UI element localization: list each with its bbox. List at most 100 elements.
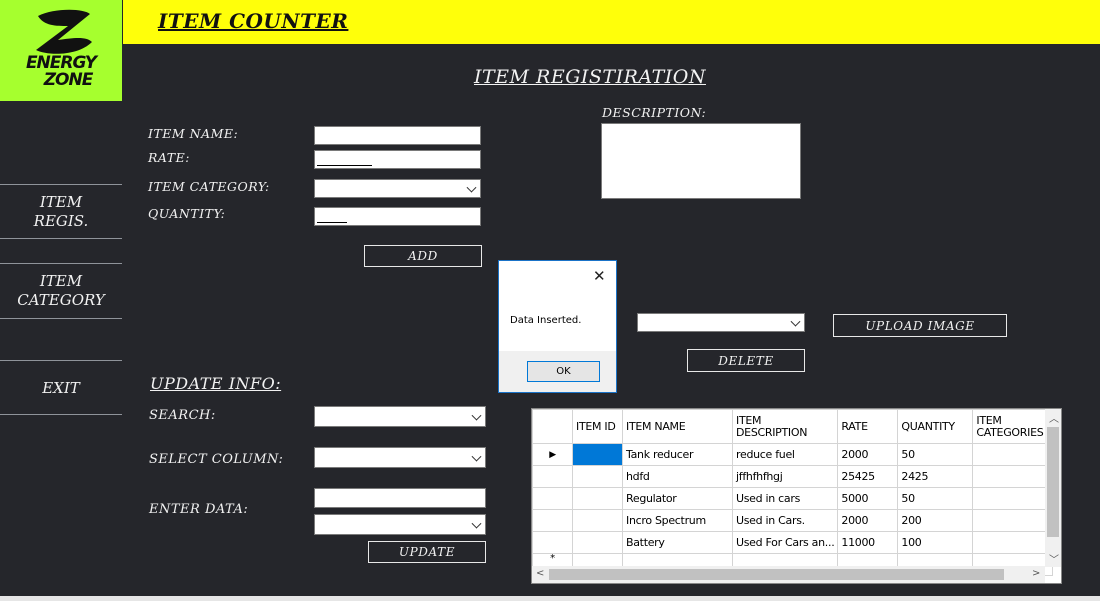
table-cell[interactable]: Incro Spectrum [622, 509, 733, 532]
item-category-label: ITEM CATEGORY: [148, 179, 270, 194]
app-title: ITEM COUNTER [158, 9, 349, 33]
nav-divider [0, 184, 122, 185]
sidebar-item-label: ITEM [39, 272, 83, 290]
description-textarea[interactable] [601, 123, 801, 199]
delete-button[interactable]: DELETE [687, 349, 805, 372]
masked-input-placeholder [317, 222, 347, 223]
current-row-indicator-icon[interactable]: ▶ [532, 443, 573, 466]
sidebar-item-exit[interactable]: EXIT [0, 362, 122, 414]
table-cell[interactable] [972, 531, 1054, 554]
sidebar-item-label: EXIT [42, 378, 80, 397]
chevron-down-icon [471, 451, 482, 462]
select-column-select[interactable] [314, 447, 486, 468]
table-cell[interactable]: 50 [897, 487, 974, 510]
table-cell[interactable] [572, 509, 623, 532]
chevron-down-icon [790, 316, 801, 327]
table-cell[interactable]: hdfd [622, 465, 733, 488]
row-header-corner [532, 409, 573, 444]
table-cell[interactable]: 200 [897, 509, 974, 532]
taskbar-strip [0, 596, 1100, 601]
table-row[interactable]: ▶ Tank reducer reduce fuel 2000 50 [532, 443, 1054, 466]
table-cell[interactable]: 25425 [837, 465, 899, 488]
vertical-scrollbar[interactable]: ︿ ﹀ [1045, 409, 1061, 567]
select-column-label: SELECT COLUMN: [149, 452, 284, 467]
column-header-rate[interactable]: RATE [837, 409, 899, 444]
ok-button[interactable]: OK [527, 361, 600, 382]
logo: ENERGY ZONE [0, 0, 122, 101]
horizontal-scroll-thumb[interactable] [549, 569, 1004, 580]
table-cell[interactable]: 2000 [837, 509, 899, 532]
table-cell[interactable]: 50 [897, 443, 974, 466]
table-cell[interactable] [972, 487, 1054, 510]
search-select[interactable] [314, 406, 486, 427]
table-row[interactable]: hdfd jffhfhfhgj 25425 2425 [532, 465, 1054, 488]
table-row[interactable]: Regulator Used in cars 5000 50 [532, 487, 1054, 510]
update-button[interactable]: UPDATE [368, 541, 486, 563]
table-cell[interactable]: Used in Cars. [731, 509, 839, 532]
sidebar-item-label: CATEGORY [17, 291, 105, 309]
column-header-item-description[interactable]: ITEM DESCRIPTION [731, 409, 839, 444]
table-cell[interactable]: 5000 [837, 487, 899, 510]
rate-input[interactable] [314, 150, 481, 169]
table-cell[interactable] [572, 487, 623, 510]
table-cell[interactable]: 11000 [837, 531, 899, 554]
vertical-scroll-thumb[interactable] [1047, 427, 1059, 537]
close-icon[interactable]: ✕ [593, 267, 606, 285]
table-cell[interactable]: 2425 [897, 465, 974, 488]
nav-divider [0, 238, 122, 239]
scroll-up-icon[interactable]: ︿ [1049, 410, 1059, 425]
masked-input-placeholder [317, 165, 372, 166]
table-cell[interactable]: Used in cars [731, 487, 839, 510]
column-header-item-id[interactable]: ITEM ID [572, 409, 623, 444]
table-cell[interactable]: Used For Cars an... [731, 531, 839, 554]
enter-data-select[interactable] [314, 514, 486, 535]
row-header[interactable] [532, 487, 573, 510]
column-header-quantity[interactable]: QUANTITY [897, 409, 974, 444]
logo-line-2: ZONE [43, 70, 94, 90]
table-cell[interactable] [972, 509, 1054, 532]
table-cell[interactable] [572, 465, 623, 488]
nav-divider [0, 263, 122, 264]
items-data-grid[interactable]: ITEM ID ITEM NAME ITEM DESCRIPTION RATE … [531, 408, 1062, 584]
horizontal-scrollbar[interactable]: < > [532, 566, 1045, 583]
add-button[interactable]: ADD [364, 245, 482, 267]
table-cell[interactable]: Regulator [622, 487, 733, 510]
table-cell[interactable] [972, 465, 1054, 488]
table-row[interactable]: Battery Used For Cars an... 11000 100 [532, 531, 1054, 554]
scroll-left-icon[interactable]: < [536, 568, 544, 579]
nav-divider [0, 414, 122, 415]
item-name-label: ITEM NAME: [148, 126, 239, 141]
dialog-message: Data Inserted. [510, 315, 582, 326]
item-category-select[interactable] [314, 179, 481, 198]
items-table: ITEM ID ITEM NAME ITEM DESCRIPTION RATE … [532, 409, 1054, 576]
sidebar-item-item-category[interactable]: ITEM CATEGORY [0, 265, 122, 317]
table-cell[interactable]: Tank reducer [622, 443, 733, 466]
table-row[interactable]: Incro Spectrum Used in Cars. 2000 200 [532, 509, 1054, 532]
sidebar-item-item-regis[interactable]: ITEM REGIS. [0, 186, 122, 238]
chevron-down-icon [466, 182, 477, 193]
row-header[interactable] [532, 531, 573, 554]
column-header-item-categories[interactable]: ITEM CATEGORIES [972, 409, 1054, 444]
registration-heading: ITEM REGISTIRATION [474, 66, 706, 88]
table-cell[interactable]: 2000 [837, 443, 899, 466]
scroll-down-icon[interactable]: ﹀ [1049, 551, 1059, 566]
upload-image-button[interactable]: UPLOAD IMAGE [833, 314, 1007, 337]
table-cell[interactable] [972, 443, 1054, 466]
table-cell-selected[interactable] [572, 443, 623, 466]
scroll-right-icon[interactable]: > [1032, 568, 1040, 579]
enter-data-input[interactable] [314, 488, 486, 508]
sidebar-item-label: ITEM [39, 193, 83, 211]
table-cell[interactable]: reduce fuel [731, 443, 839, 466]
rate-label: RATE: [148, 150, 190, 165]
table-cell[interactable]: Battery [622, 531, 733, 554]
energy-zone-logo-icon [36, 9, 92, 54]
table-cell[interactable]: 100 [897, 531, 974, 554]
column-header-item-name[interactable]: ITEM NAME [622, 409, 733, 444]
table-cell[interactable]: jffhfhfhgj [731, 465, 839, 488]
quantity-input[interactable] [314, 207, 481, 226]
row-header[interactable] [532, 465, 573, 488]
item-name-input[interactable] [314, 126, 481, 145]
row-header[interactable] [532, 509, 573, 532]
table-cell[interactable] [572, 531, 623, 554]
image-select[interactable] [637, 313, 805, 332]
